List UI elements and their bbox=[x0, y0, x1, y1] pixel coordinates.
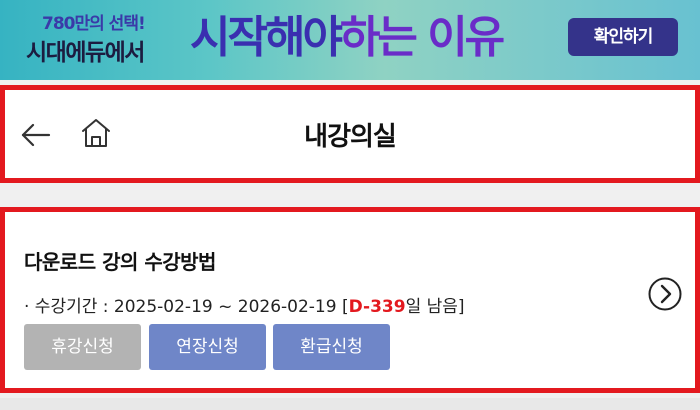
promo-banner[interactable]: 780만의 선택! 시대에듀에서 시작해야하는 이유 확인하기 bbox=[0, 0, 700, 80]
banner-headline-part1: 시작해야 bbox=[190, 12, 343, 63]
page-header: 내강의실 bbox=[0, 85, 700, 183]
banner-headline: 시작해야하는 이유 bbox=[190, 10, 505, 66]
extend-request-button[interactable]: 연장신청 bbox=[149, 324, 266, 370]
banner-headline-part2: 하는 이유 bbox=[339, 12, 505, 63]
dday-badge: D-339 bbox=[348, 297, 406, 317]
banner-tagline: 780만의 선택! bbox=[42, 14, 146, 34]
course-detail-button[interactable] bbox=[647, 276, 683, 312]
course-title[interactable]: 다운로드 강의 수강방법 bbox=[24, 246, 216, 275]
course-period: · 수강기간 : 2025-02-19 ~ 2026-02-19 [D-339일… bbox=[24, 292, 465, 317]
leave-request-button[interactable]: 휴강신청 bbox=[24, 324, 141, 370]
period-suffix: 일 남음] bbox=[405, 297, 465, 317]
banner-brand: 시대에듀에서 bbox=[26, 40, 145, 66]
chevron-right-circle-icon bbox=[648, 277, 682, 311]
period-prefix: · 수강기간 : 2025-02-19 ~ 2026-02-19 [ bbox=[24, 297, 349, 317]
refund-request-button[interactable]: 환급신청 bbox=[273, 324, 390, 370]
bottom-divider bbox=[0, 398, 700, 410]
banner-confirm-button[interactable]: 확인하기 bbox=[568, 18, 678, 56]
course-card[interactable]: 다운로드 강의 수강방법 · 수강기간 : 2025-02-19 ~ 2026-… bbox=[0, 207, 700, 393]
page-title: 내강의실 bbox=[304, 122, 397, 152]
